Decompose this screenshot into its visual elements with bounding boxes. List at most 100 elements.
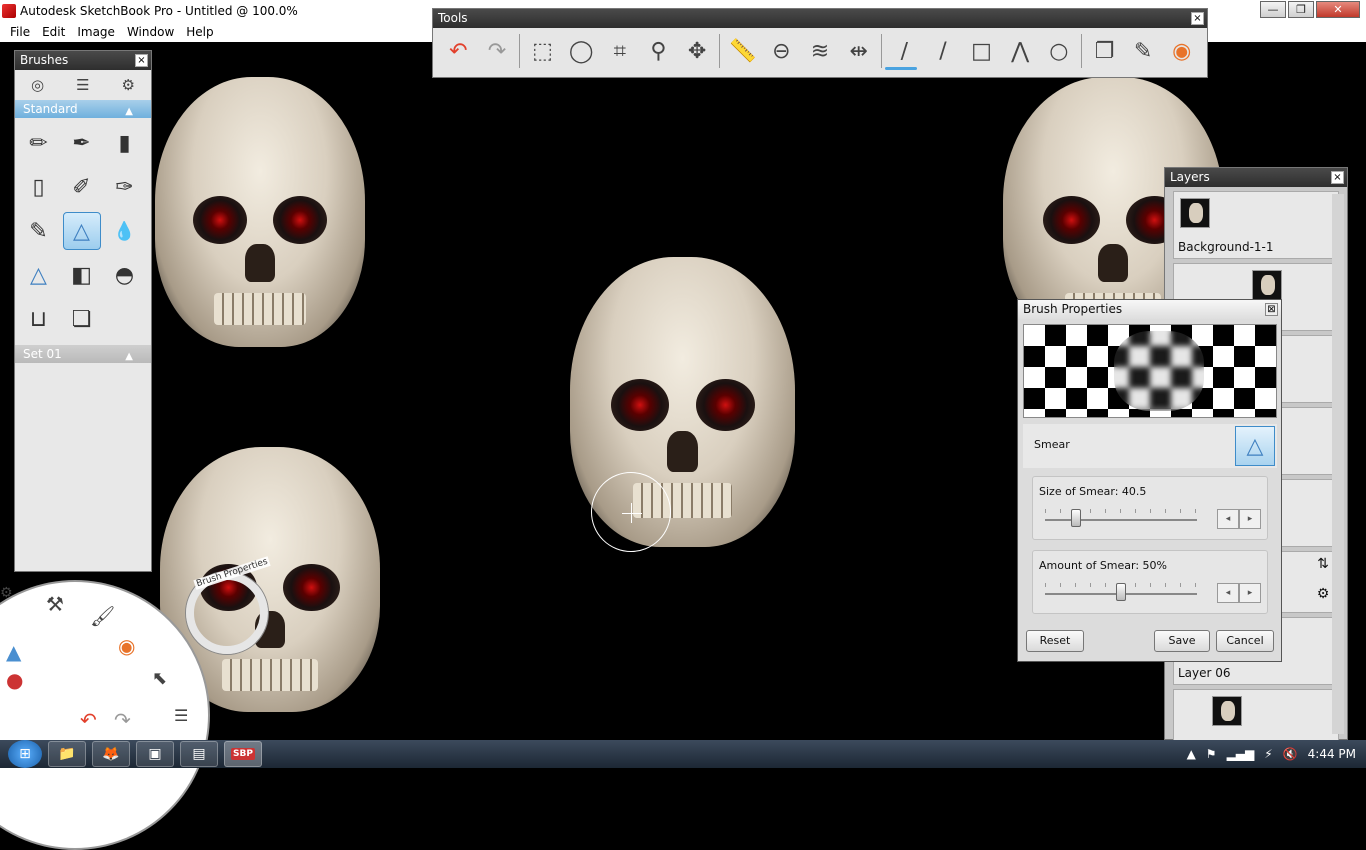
menu-file[interactable]: File: [10, 25, 30, 39]
brush-properties-header[interactable]: Brush Properties ⊠: [1018, 300, 1281, 319]
size-slider-thumb[interactable]: [1071, 509, 1081, 527]
amount-slider-thumb[interactable]: [1116, 583, 1126, 601]
collapse-triangle-icon[interactable]: ▲: [125, 103, 133, 121]
copy-brush-icon[interactable]: ❏: [63, 300, 101, 338]
firefox-icon[interactable]: 🦊: [92, 741, 130, 767]
layer-settings-gear-icon[interactable]: ⚙: [1312, 586, 1334, 608]
lagoon-record-icon[interactable]: ●: [6, 668, 23, 692]
curve-icon[interactable]: ∕: [885, 35, 924, 67]
lagoon-smear-icon[interactable]: ▲: [6, 640, 21, 664]
tools-close-icon[interactable]: ×: [1191, 12, 1204, 25]
move-icon[interactable]: ✥: [678, 35, 717, 67]
lagoon-select-icon[interactable]: ⬉: [152, 668, 167, 689]
brushes-close-icon[interactable]: ×: [135, 54, 148, 67]
sketchbook-icon[interactable]: SBP: [224, 741, 262, 767]
marker-icon[interactable]: ▮: [106, 125, 144, 163]
paintbrush-icon[interactable]: ✑: [106, 169, 144, 207]
menu-window[interactable]: Window: [127, 25, 174, 39]
lagoon-settings-icon[interactable]: ⚙: [0, 585, 13, 601]
technical-pen-icon[interactable]: ✒: [63, 125, 101, 163]
brush-set-standard[interactable]: Standard ▲: [15, 100, 151, 118]
smear-icon[interactable]: △: [62, 212, 101, 251]
layers-close-icon[interactable]: ×: [1331, 171, 1344, 184]
pencil-icon[interactable]: ✏: [20, 125, 58, 163]
flag-icon[interactable]: ⚑: [1206, 747, 1217, 761]
french-curve-icon[interactable]: ≋: [801, 35, 840, 67]
layers-scrollbar[interactable]: [1332, 194, 1344, 734]
layer-name: Background-1-1: [1178, 240, 1274, 254]
line-icon[interactable]: /: [924, 35, 963, 67]
lagoon-undo-icon[interactable]: ↶: [80, 708, 97, 732]
tray-arrow-icon[interactable]: ▲: [1187, 747, 1196, 761]
eraser-soft-icon[interactable]: ◓: [106, 256, 144, 294]
undo-icon[interactable]: ↶: [439, 35, 478, 67]
copy-icon[interactable]: ❐: [1085, 35, 1124, 67]
increase-arrow-icon[interactable]: ▸: [1239, 509, 1261, 529]
start-button[interactable]: ⊞: [8, 740, 42, 768]
brushes-icon[interactable]: ✎: [1124, 35, 1163, 67]
lagoon-layers-icon[interactable]: ☰: [174, 706, 188, 725]
layer-flip-icon[interactable]: ⇅: [1312, 556, 1334, 578]
felt-pen-icon[interactable]: ▯: [20, 169, 58, 207]
cancel-button[interactable]: Cancel: [1216, 630, 1274, 652]
clock[interactable]: 4:44 PM: [1308, 747, 1356, 761]
redo-icon[interactable]: ↷: [478, 35, 517, 67]
increase-arrow-icon[interactable]: ▸: [1239, 583, 1261, 603]
volume-icon[interactable]: 🔇: [1283, 747, 1298, 761]
brush-settings-gear-icon[interactable]: ⚙: [122, 76, 135, 94]
layer-thumbnail: [1212, 696, 1242, 726]
minimize-button[interactable]: —: [1260, 1, 1286, 18]
lagoon-color-wheel-icon[interactable]: ◉: [118, 634, 135, 658]
brush-set-01[interactable]: Set 01 ▲: [15, 345, 151, 363]
symmetry-icon[interactable]: ⇹: [839, 35, 878, 67]
tools-panel-header[interactable]: Tools ×: [433, 9, 1207, 28]
layer-name: Layer 06: [1178, 666, 1231, 680]
paint-bucket-icon[interactable]: ⊔: [20, 300, 58, 338]
ballpoint-icon[interactable]: ✐: [63, 169, 101, 207]
brushes-panel-title: Brushes: [20, 53, 69, 67]
zoom-icon[interactable]: ⚲: [639, 35, 678, 67]
smear-brush-icon[interactable]: △: [1235, 426, 1275, 466]
close-button[interactable]: ✕: [1316, 1, 1360, 18]
sharpen-icon[interactable]: △: [20, 256, 58, 294]
menu-help[interactable]: Help: [186, 25, 213, 39]
rect-select-icon[interactable]: ⬚: [523, 35, 562, 67]
size-steppers: ◂ ▸: [1217, 509, 1261, 529]
reset-button[interactable]: Reset: [1026, 630, 1084, 652]
lagoon-tools-icon[interactable]: ⚒: [46, 592, 64, 616]
brush-properties-icon[interactable]: ☰: [76, 76, 89, 94]
rectangle-icon[interactable]: □: [962, 35, 1001, 67]
layers-panel-header[interactable]: Layers ×: [1165, 168, 1347, 187]
brushes-panel-header[interactable]: Brushes ×: [15, 51, 151, 70]
ruler-icon[interactable]: 📏: [723, 35, 762, 67]
color-wheel-icon[interactable]: ◉: [1162, 35, 1201, 67]
eraser-hard-icon[interactable]: ◧: [63, 256, 101, 294]
tools-panel-title: Tools: [438, 11, 468, 25]
folder-icon[interactable]: 📁: [48, 741, 86, 767]
collapse-triangle-icon[interactable]: ▲: [125, 348, 133, 366]
menu-edit[interactable]: Edit: [42, 25, 65, 39]
layer-item[interactable]: Background-1-1: [1173, 191, 1339, 259]
decrease-arrow-icon[interactable]: ◂: [1217, 509, 1239, 529]
notepad-icon[interactable]: ▤: [180, 741, 218, 767]
brush-library-icon[interactable]: ◎: [31, 76, 44, 94]
ink-pen-icon[interactable]: ✎: [20, 212, 58, 250]
menu-image[interactable]: Image: [77, 25, 115, 39]
save-button[interactable]: Save: [1154, 630, 1210, 652]
size-slider-track[interactable]: [1045, 519, 1197, 521]
network-icon[interactable]: ▂▄▆: [1227, 747, 1255, 761]
ellipse-guide-icon[interactable]: ⊖: [762, 35, 801, 67]
crop-icon[interactable]: ⌗: [601, 35, 640, 67]
media-icon[interactable]: ▣: [136, 741, 174, 767]
power-icon[interactable]: ⚡: [1264, 747, 1272, 761]
decrease-arrow-icon[interactable]: ◂: [1217, 583, 1239, 603]
polyline-icon[interactable]: ⋀: [1001, 35, 1040, 67]
maximize-button[interactable]: ❐: [1288, 1, 1314, 18]
lagoon-redo-icon[interactable]: ↷: [114, 708, 131, 732]
circle-icon[interactable]: ○: [1040, 35, 1079, 67]
brush-properties-close-icon[interactable]: ⊠: [1265, 303, 1278, 316]
water-drop-icon[interactable]: 💧: [106, 212, 144, 250]
lasso-icon[interactable]: ◯: [562, 35, 601, 67]
lagoon-brush-icon[interactable]: 🖌: [90, 604, 115, 628]
tool-separator: [880, 34, 882, 68]
